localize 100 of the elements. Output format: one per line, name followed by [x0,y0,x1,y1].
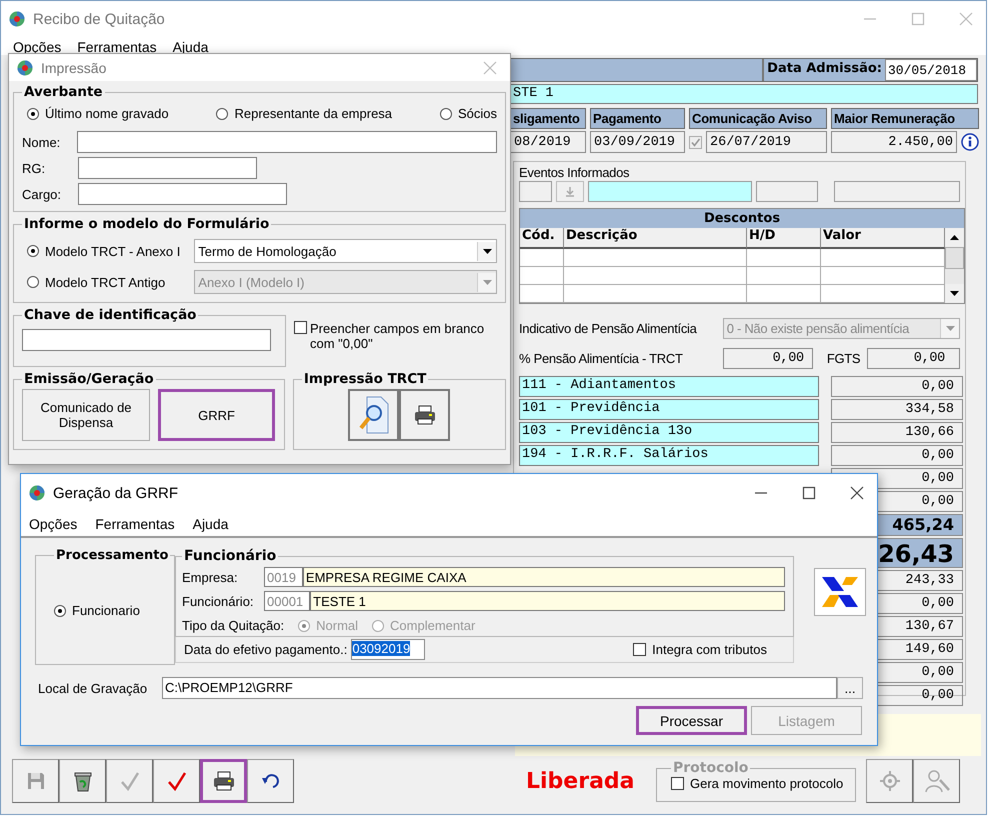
amount-field: 0,00 [831,376,963,397]
code-field[interactable]: 0019 [264,567,303,587]
window-title: Recibo de Quitação [33,10,165,28]
input-field[interactable] [519,181,552,202]
group-title: Averbante [23,84,104,100]
scroll-up-icon[interactable] [950,235,959,240]
checkbox[interactable] [671,777,684,790]
icon-button[interactable] [399,389,450,441]
column-header: Cód. [520,228,564,249]
checkbox[interactable] [633,643,646,656]
radio-button[interactable]: Funcionario [54,603,140,618]
recycle-bin-icon [72,770,92,792]
dropdown-arrow-icon [946,326,954,331]
code-field[interactable]: 00001 [264,591,310,611]
date-field: 26/07/2019 [706,131,827,153]
input-field[interactable] [756,181,818,202]
date-field: 08/2019 [510,131,586,153]
group-title: Impressão TRCT [302,371,428,387]
column-header: Descrição [564,228,747,249]
field-label: Local de Gravação [38,680,148,696]
menu-item[interactable]: Opções [13,37,62,55]
group-title: Emissão/Geração [23,371,155,387]
table-cell [520,267,564,285]
input-field[interactable] [76,131,497,153]
field-label: Cargo: [22,186,62,202]
input-field[interactable] [834,181,960,202]
status-label: Liberada [526,768,636,794]
name-field[interactable]: TESTE 1 [310,591,785,611]
menu-item[interactable]: Opções [29,512,78,536]
scrollbar[interactable] [945,228,964,303]
group-title: Processamento [55,548,170,563]
input-field[interactable] [78,183,287,205]
path-field[interactable]: C:\PROEMP12\GRRF [162,677,837,699]
section-label: Eventos Informados [519,165,630,180]
checkmark-icon [166,771,186,791]
toolbar-button[interactable] [59,759,106,803]
field-label: Empresa: [182,570,239,584]
toolbar-button[interactable] [247,759,294,803]
radio-button[interactable]: Representante da empresa [216,106,392,121]
menu-item[interactable]: Ajuda [172,37,208,55]
amount-field: 334,58 [831,399,963,420]
globe-icon [17,60,33,76]
globe-icon [9,11,25,27]
amount-field: 0,00 [866,348,960,369]
radio-button[interactable]: Sócios [440,106,497,121]
column-header: Valor [821,228,945,249]
table-cell [520,285,564,303]
group-title: Protocolo [672,760,750,776]
input-field[interactable] [588,181,752,202]
amount-field: 0,00 [723,348,813,369]
date-field: 30/05/2018 [885,59,977,81]
radio-button[interactable]: Modelo TRCT - Anexo I [27,244,194,258]
scroll-down-icon[interactable] [950,291,959,296]
user-icon [924,768,950,794]
amount-field: 0,00 [831,445,963,466]
checkbox[interactable] [294,321,307,334]
browse-button[interactable]: ... [837,677,863,699]
field-label: % Pensão Alimentícia - TRCT [519,351,684,366]
checkmark-icon [120,771,140,791]
field-label: Nome: [22,134,62,150]
column-header: Maior Remuneração [831,108,979,129]
info-icon[interactable] [961,133,979,151]
close-icon[interactable] [850,486,864,500]
toolbar-button[interactable] [200,759,247,803]
menu-item[interactable]: Ajuda [192,512,228,536]
amount-field: 2.450,00 [831,131,957,153]
checkbox-label: Integra com tributos [652,642,767,657]
date-field[interactable]: 03092019 [351,639,426,660]
checkbox-label: Preencher campos em branco com "0,00" [310,321,486,351]
checkbox-label: Gera movimento protocolo [690,776,844,791]
menu-item[interactable]: Ferramentas [77,37,157,55]
check-icon [690,136,701,148]
table-title: Descontos [520,209,964,228]
maximize-icon[interactable] [802,486,816,500]
name-field[interactable]: EMPRESA REGIME CAIXA [302,567,785,587]
input-field[interactable] [78,157,257,179]
radio-button[interactable]: Último nome gravado [27,106,169,121]
printer-icon [212,771,234,791]
group-title: Funcionário [183,548,278,564]
date-field: 03/09/2019 [590,131,685,153]
amount-field: 130,66 [831,422,963,443]
icon-button[interactable] [348,389,400,441]
printer-icon [414,405,436,425]
menu-item[interactable]: Ferramentas [95,512,175,536]
checkbox[interactable] [689,136,702,148]
input-field[interactable] [22,329,271,351]
deduction-label: 101 - Previdência [519,399,819,420]
group-title: Chave de identificação [23,307,198,323]
action-button[interactable]: GRRF [158,389,275,441]
dropdown[interactable]: Termo de Homologação [194,239,497,263]
action-button[interactable]: Comunicado de Dispensa [22,389,150,441]
field-label: Indicativo de Pensão Alimentícia [519,321,698,336]
window-title: Geração da GRRF [53,484,178,502]
undo-arrow-icon [260,773,280,789]
column-header: sligamento [510,108,586,129]
deduction-label: 111 - Adiantamentos [519,376,819,397]
table-cell [520,249,564,267]
field-label: Tipo da Quitação: [182,618,284,633]
action-button[interactable]: Processar [636,706,747,735]
field-label: RG: [22,160,46,176]
